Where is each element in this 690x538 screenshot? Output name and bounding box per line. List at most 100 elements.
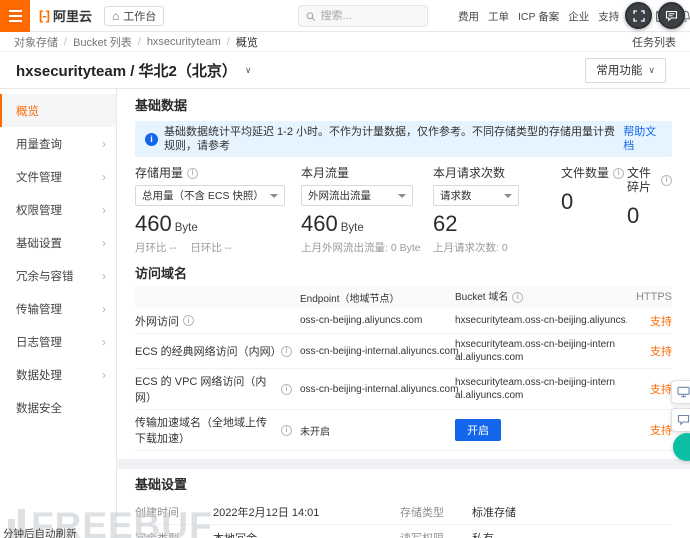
sidebar-item-basic-settings[interactable]: 基础设置 › xyxy=(0,226,116,259)
topnav-icp[interactable]: ICP 备案 xyxy=(518,9,559,24)
fragment-count-value: 0 xyxy=(627,203,640,228)
settings-row-created: 创建时间 2022年2月12日 14:01 存储类型 标准存储 xyxy=(135,499,672,525)
storage-usage-value: 460 xyxy=(135,211,172,236)
aliyun-logo-mark: [-] xyxy=(39,8,50,23)
topnav-billing[interactable]: 费用 xyxy=(458,9,479,24)
monitor-icon xyxy=(676,386,690,398)
chevron-right-icon: › xyxy=(102,136,106,151)
page-title: hxsecurityteam / 华北2（北京） xyxy=(16,62,237,80)
sidebar-item-data-processing[interactable]: 数据处理 › xyxy=(0,358,116,391)
common-functions-button[interactable]: 常用功能 ∨ xyxy=(585,57,666,83)
banner-text: 基础数据统计平均延迟 1-2 小时。不作为计量数据，仅作参考。不同存储类型的存储… xyxy=(164,126,616,152)
topnav-tickets[interactable]: 工单 xyxy=(488,9,509,24)
region-caret-icon[interactable]: ∨ xyxy=(245,65,252,76)
stats-row: 存储用量 i 总用量（不含 ECS 快照） 460 Byte 月环比 -- 日环… xyxy=(135,166,672,254)
info-icon[interactable]: i xyxy=(187,167,199,179)
workbench-button[interactable]: ⌂ 工作台 xyxy=(104,5,165,26)
section-divider-band xyxy=(117,459,690,469)
storage-mom: 月环比 -- xyxy=(135,242,177,254)
common-functions-label: 常用功能 xyxy=(596,65,643,77)
chevron-right-icon: › xyxy=(102,169,106,184)
request-count-type-select[interactable]: 请求数 xyxy=(433,185,519,206)
crumb-bucket-name[interactable]: hxsecurityteam xyxy=(147,36,221,48)
enable-acceleration-button[interactable]: 开启 xyxy=(455,419,501,441)
caret-down-icon xyxy=(398,193,406,198)
domain-row-ecs-vpc: ECS 的 VPC 网络访问（内网） i oss-cn-beijing-inte… xyxy=(135,369,672,410)
chevron-right-icon: › xyxy=(102,268,106,283)
https-support-badge: 支持 xyxy=(650,384,672,396)
file-count-value: 0 xyxy=(561,189,574,214)
topnav-enterprise[interactable]: 企业 xyxy=(568,9,589,24)
side-widget-feedback[interactable] xyxy=(671,408,690,432)
crumb-object-storage[interactable]: 对象存储 xyxy=(14,34,58,50)
crumb-separator: / xyxy=(64,35,68,48)
topbar: [-] 阿里云 ⌂ 工作台 费用 工单 ICP 备案 企业 支持 App xyxy=(0,0,690,32)
help-doc-link[interactable]: 帮助文档 xyxy=(623,125,662,153)
sidebar-item-file-management[interactable]: 文件管理 › xyxy=(0,160,116,193)
auto-refresh-note: 分钟后自动刷新 xyxy=(3,528,77,538)
domains-table-header: Endpoint（地域节点） Bucket 域名 i HTTPS xyxy=(135,286,672,308)
domain-row-external: 外网访问 i oss-cn-beijing.aliyuncs.com hxsec… xyxy=(135,308,672,334)
info-icon[interactable]: i xyxy=(512,291,524,303)
settings-row-redundancy: 冗余类型 本地冗余 读写权限 私有 xyxy=(135,525,672,538)
stat-storage-usage: 存储用量 i 总用量（不含 ECS 快照） 460 Byte 月环比 -- 日环… xyxy=(135,166,301,254)
traffic-value: 460 xyxy=(301,211,338,236)
sidebar-item-transfer[interactable]: 传输管理 › xyxy=(0,292,116,325)
created-time-value: 2022年2月12日 14:01 xyxy=(213,506,320,519)
acl-value: 私有 xyxy=(472,530,672,538)
chevron-right-icon: › xyxy=(102,334,106,349)
floating-chat-button[interactable] xyxy=(658,2,685,29)
expand-icon xyxy=(632,9,645,22)
crumb-separator: / xyxy=(226,35,230,48)
hamburger-menu-button[interactable] xyxy=(0,0,30,32)
crumb-bucket-list[interactable]: Bucket 列表 xyxy=(73,34,132,50)
sidebar-item-usage-query[interactable]: 用量查询 › xyxy=(0,127,116,160)
topbar-right-cluster: 费用 工单 ICP 备案 企业 支持 App ? xyxy=(458,0,690,32)
traffic-last-month: 上月外网流出流量: 0 Byte xyxy=(301,242,421,254)
search-input[interactable] xyxy=(320,10,420,22)
sidebar-item-redundancy[interactable]: 冗余与容错 › xyxy=(0,259,116,292)
page-title-bar: hxsecurityteam / 华北2（北京） ∨ 常用功能 ∨ xyxy=(0,52,690,89)
chevron-right-icon: › xyxy=(102,235,106,250)
storage-usage-type-select[interactable]: 总用量（不含 ECS 快照） xyxy=(135,185,285,206)
aliyun-logo[interactable]: [-] 阿里云 xyxy=(39,6,92,25)
info-icon[interactable]: i xyxy=(281,345,292,357)
breadcrumb: 对象存储 / Bucket 列表 / hxsecurityteam / 概览 任… xyxy=(0,32,690,52)
info-icon[interactable]: i xyxy=(281,383,292,395)
caret-down-icon: ∨ xyxy=(648,64,655,75)
side-widget-monitor[interactable] xyxy=(671,380,690,404)
hamburger-icon xyxy=(8,9,22,12)
stat-file-fragments: 文件碎片 i 0 xyxy=(627,166,672,254)
domains-title: 访问域名 xyxy=(135,266,188,281)
header-https: HTTPS xyxy=(635,291,672,303)
stat-monthly-requests: 本月请求次数 请求数 62 上月请求次数: 0 xyxy=(433,166,561,254)
caret-down-icon xyxy=(270,193,278,198)
info-icon[interactable]: i xyxy=(613,167,625,179)
requests-last-month: 上月请求次数: 0 xyxy=(433,242,508,254)
https-support-badge: 支持 xyxy=(650,425,672,437)
crumb-overview: 概览 xyxy=(235,36,258,49)
sidebar-item-overview[interactable]: 概览 xyxy=(0,94,116,127)
sidebar-item-permission[interactable]: 权限管理 › xyxy=(0,193,116,226)
info-icon[interactable]: i xyxy=(281,424,292,436)
info-icon[interactable]: i xyxy=(183,315,194,326)
info-banner: i 基础数据统计平均延迟 1-2 小时。不作为计量数据，仅作参考。不同存储类型的… xyxy=(135,121,672,157)
search-icon xyxy=(306,11,316,21)
info-icon: i xyxy=(145,132,158,146)
sidebar: 概览 用量查询 › 文件管理 › 权限管理 › 基础设置 › 冗余与容错 › 传… xyxy=(0,89,117,538)
https-support-badge: 支持 xyxy=(650,315,672,328)
monthly-traffic-type-select[interactable]: 外网流出流量 xyxy=(301,185,413,206)
caret-down-icon xyxy=(504,193,512,198)
oss-console-screen: [-] 阿里云 ⌂ 工作台 费用 工单 ICP 备案 企业 支持 App xyxy=(0,0,690,538)
sidebar-item-logging[interactable]: 日志管理 › xyxy=(0,325,116,358)
floating-expand-button[interactable] xyxy=(625,2,652,29)
topnav-support[interactable]: 支持 xyxy=(598,9,619,24)
info-icon[interactable]: i xyxy=(661,174,672,186)
traffic-unit: Byte xyxy=(340,222,364,234)
stat-file-count: 文件数量 i 0 xyxy=(561,166,627,254)
global-search-box[interactable] xyxy=(298,5,428,27)
basic-settings-list: 创建时间 2022年2月12日 14:01 存储类型 标准存储 冗余类型 本地冗… xyxy=(135,499,672,538)
crumb-separator: / xyxy=(137,35,141,48)
sidebar-item-data-security[interactable]: 数据安全 xyxy=(0,391,116,424)
task-list-link[interactable]: 任务列表 xyxy=(632,34,676,50)
